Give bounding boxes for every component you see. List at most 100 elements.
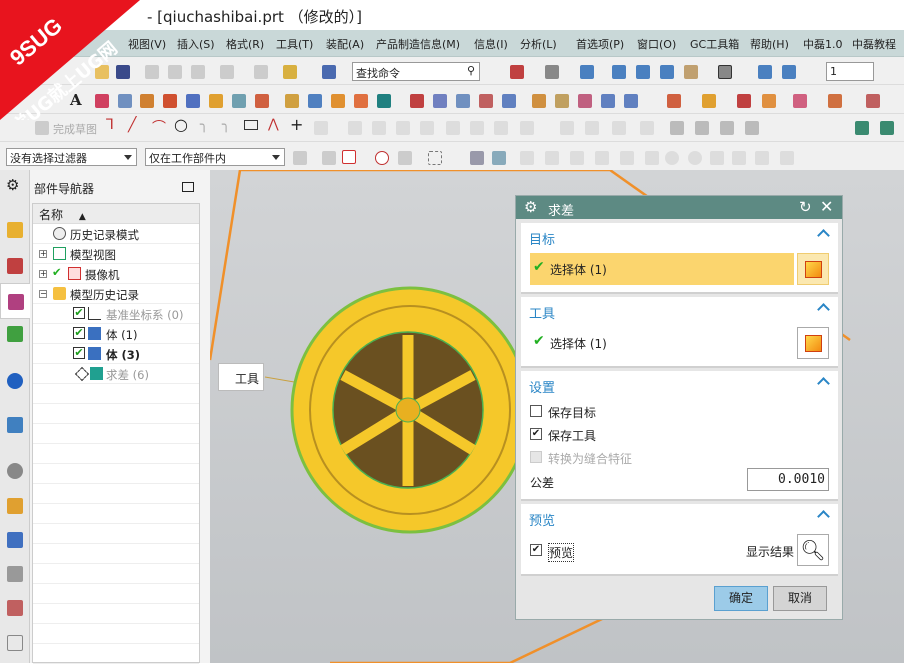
snap-end-icon[interactable] (520, 151, 534, 165)
face-select-icon[interactable] (492, 151, 506, 165)
tree-item-subtract[interactable]: 求差 (6) (33, 364, 199, 384)
maximize-icon[interactable] (182, 182, 194, 192)
orient-view-icon[interactable] (580, 65, 594, 79)
snap-point-icon[interactable] (342, 150, 356, 164)
tree-item-model-views[interactable]: + 模型视图 (33, 244, 199, 264)
section-header[interactable]: 工具 (529, 303, 555, 322)
snap-on-curve-icon[interactable] (732, 151, 746, 165)
snap-center-icon[interactable] (620, 151, 634, 165)
rectangle-select-icon[interactable] (428, 151, 442, 165)
point-icon[interactable]: + (290, 115, 303, 134)
view-right-icon[interactable] (660, 65, 674, 79)
gear-icon[interactable]: ⚙ (524, 198, 537, 216)
tree-item-datum-csys[interactable]: ✔ 基准坐标系 (0) (33, 304, 199, 324)
collapse-icon[interactable] (817, 229, 830, 242)
snap-on-face-icon[interactable] (755, 151, 769, 165)
draft-icon[interactable] (285, 94, 299, 108)
cut-icon[interactable] (145, 65, 159, 79)
fillet-icon[interactable]: ╮ (200, 117, 208, 133)
cancel-button[interactable]: 取消 (773, 586, 827, 611)
tool-select-body[interactable]: ✔ 选择体 (1) (530, 327, 794, 359)
system-materials-icon[interactable] (7, 498, 23, 514)
body-select-icon[interactable] (470, 151, 484, 165)
add-component-icon[interactable] (702, 94, 716, 108)
replace-face-icon[interactable] (479, 94, 493, 108)
snap-existing-icon[interactable] (710, 151, 724, 165)
work-layer-select[interactable]: 1 (826, 62, 874, 81)
section-header[interactable]: 目标 (529, 229, 555, 248)
touch-mode-icon[interactable] (283, 65, 297, 79)
snap-circle-icon[interactable] (665, 151, 679, 165)
render-style-icon[interactable] (545, 65, 559, 79)
menu-gc-toolbox[interactable]: GC工具箱 (690, 36, 739, 52)
finish-sketch-label[interactable]: 完成草图 (53, 121, 97, 137)
target-select-body[interactable]: ✔ 选择体 (1) (530, 253, 794, 285)
constraint-icon[interactable] (762, 94, 776, 108)
collapse-icon[interactable]: − (39, 290, 47, 298)
pattern-curve-icon[interactable] (348, 121, 362, 135)
assembly-navigator-icon[interactable] (7, 222, 23, 238)
polygon-icon[interactable]: ⋀ (268, 117, 279, 132)
mirror-curve-icon[interactable] (396, 121, 410, 135)
split-body-icon[interactable] (433, 94, 447, 108)
menu-format[interactable]: 格式(R) (226, 36, 264, 52)
visibility-checkbox[interactable]: ✔ (73, 327, 85, 339)
process-studio-icon[interactable] (7, 532, 23, 548)
background-icon[interactable] (684, 65, 698, 79)
hole-icon[interactable] (186, 94, 200, 108)
preview-checkbox[interactable]: ✔ (530, 544, 542, 556)
shell-icon[interactable] (308, 94, 322, 108)
close-icon[interactable]: ✕ (820, 197, 833, 216)
color-icon[interactable] (718, 65, 732, 79)
move-component-icon[interactable] (793, 94, 807, 108)
constraint-navigator-icon[interactable] (7, 258, 23, 274)
assembly-filter-icon[interactable] (293, 151, 307, 165)
command-search-input[interactable]: 查找命令 ⚲ (352, 62, 480, 81)
view-icon[interactable] (510, 65, 524, 79)
resource-icon[interactable] (880, 121, 894, 135)
resize-icon[interactable] (601, 94, 615, 108)
expand-icon[interactable]: + (39, 250, 47, 258)
menu-help[interactable]: 帮助(H) (750, 36, 789, 52)
snap-control-icon[interactable] (570, 151, 584, 165)
menu-info[interactable]: 信息(I) (474, 36, 508, 52)
menu-analysis[interactable]: 分析(L) (520, 36, 557, 52)
visibility-checkbox[interactable]: ✔ (73, 347, 85, 359)
dimension-icon[interactable] (494, 121, 508, 135)
roles-navigator-icon[interactable] (7, 566, 23, 582)
trim-body-icon[interactable] (410, 94, 424, 108)
reuse-library-icon[interactable] (7, 326, 23, 342)
snap-filter-icon[interactable] (322, 151, 336, 165)
alternate-solution-icon[interactable] (695, 121, 709, 135)
delete-face-icon[interactable] (578, 94, 592, 108)
chamfer-icon[interactable] (255, 94, 269, 108)
move-layer-icon[interactable] (782, 65, 796, 79)
show-result-button[interactable]: 🔍︎ (797, 534, 829, 566)
system-scene-icon[interactable] (7, 600, 23, 616)
menu-zhonglei-tutorial[interactable]: 中磊教程 (852, 36, 896, 52)
sync-icon[interactable] (532, 94, 546, 108)
ok-button[interactable]: 确定 (714, 586, 768, 611)
history-icon[interactable] (7, 463, 23, 479)
circle-icon[interactable]: ○ (174, 115, 188, 134)
expand-icon[interactable]: + (39, 270, 47, 278)
keep-target-checkbox[interactable] (530, 405, 542, 417)
column-header-name[interactable]: 名称 ▲ (33, 204, 199, 224)
select-body-button[interactable] (797, 253, 829, 285)
roles-icon[interactable] (855, 121, 869, 135)
collapse-icon[interactable] (817, 377, 830, 390)
edge-blend-icon[interactable] (232, 94, 246, 108)
select-point-icon[interactable] (375, 151, 389, 165)
menu-tools[interactable]: 工具(T) (276, 36, 313, 52)
show-constraints-icon[interactable] (560, 121, 574, 135)
view-top-icon[interactable] (636, 65, 650, 79)
gear-icon[interactable]: ⚙ (6, 176, 19, 194)
mirror-icon[interactable] (354, 94, 368, 108)
visibility-checkbox[interactable]: ✔ (73, 307, 85, 319)
tree-item-model-history[interactable]: − 模型历史记录 (33, 284, 199, 304)
collapse-icon[interactable] (817, 303, 830, 316)
tree-item-body-1[interactable]: ✔ 体 (1) (33, 324, 199, 344)
snap-intersect-icon[interactable] (595, 151, 609, 165)
selection-scope-select[interactable]: 仅在工作部件内 (145, 148, 285, 166)
menu-window[interactable]: 窗口(O) (637, 36, 676, 52)
